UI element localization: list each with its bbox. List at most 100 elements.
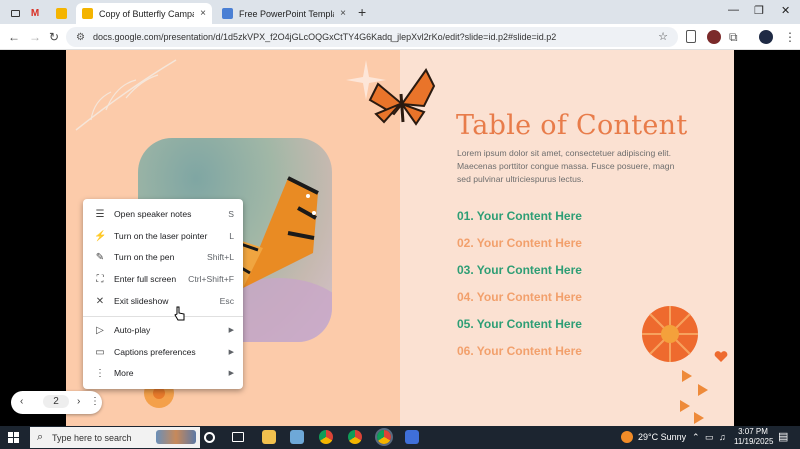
task-view-icon[interactable] xyxy=(232,432,244,442)
menu-item-shortcut: S xyxy=(228,209,234,219)
file-explorer-icon[interactable] xyxy=(262,430,276,444)
search-placeholder: Type here to search xyxy=(52,432,132,443)
new-tab-button[interactable]: + xyxy=(358,4,366,20)
menu-item-shortcut: Shift+L xyxy=(207,252,234,262)
heart-decoration xyxy=(714,351,728,362)
clock[interactable]: 3:07 PM 11/19/2025 xyxy=(734,427,774,447)
toc-item: 04. Your Content Here xyxy=(457,290,582,304)
search-icon: ⌕ xyxy=(37,431,44,443)
notifications-icon[interactable]: ▤ xyxy=(778,430,788,443)
flower-illustration xyxy=(642,306,698,362)
cortana-icon[interactable] xyxy=(204,432,215,443)
laser-pointer-icon: ⚡ xyxy=(94,230,107,242)
slideshow-context-menu: ☰ Open speaker notes S ⚡ Turn on the las… xyxy=(83,199,243,389)
close-tab-icon[interactable]: × xyxy=(340,8,346,19)
menu-item-label: Turn on the laser pointer xyxy=(114,231,208,241)
menu-item-label: Open speaker notes xyxy=(114,209,192,219)
close-icon: ✕ xyxy=(95,295,105,307)
menu-item-label: Enter full screen xyxy=(114,274,177,284)
hand-cursor-icon xyxy=(174,306,185,321)
windows-start-icon[interactable] xyxy=(8,432,19,443)
tray-chevron-icon[interactable]: ⌃ xyxy=(692,432,700,443)
menu-item-exit-slideshow[interactable]: ✕ Exit slideshow Esc xyxy=(83,291,243,311)
date-text: 11/19/2025 xyxy=(734,437,774,446)
slides-icon xyxy=(55,7,67,19)
reading-list-icon[interactable] xyxy=(686,30,696,43)
submenu-arrow-icon: ▶ xyxy=(228,327,234,334)
back-button[interactable]: ← xyxy=(8,30,20,44)
profile-avatar[interactable] xyxy=(759,30,773,44)
address-bar[interactable]: ⚙ docs.google.com/presentation/d/1d5zkVP… xyxy=(66,27,678,47)
slides-icon xyxy=(82,8,93,19)
chrome-icon[interactable] xyxy=(348,430,362,444)
app-icon[interactable] xyxy=(405,430,419,444)
weather-sun-icon[interactable] xyxy=(621,431,633,443)
chrome-icon[interactable] xyxy=(375,428,393,446)
submenu-arrow-icon: ▶ xyxy=(228,349,234,356)
maximize-button[interactable]: ❐ xyxy=(754,4,764,17)
tab-list-icon[interactable] xyxy=(4,3,26,23)
menu-item-label: Auto-play xyxy=(114,325,151,335)
tab-butterfly-campaign[interactable]: Copy of Butterfly Campaign Ov × xyxy=(76,3,212,24)
menu-item-captions-preferences[interactable]: ▭ Captions preferences ▶ xyxy=(83,342,243,362)
slide-pager: ‹ 2 › ⋮ xyxy=(11,391,102,414)
speaker-notes-icon: ☰ xyxy=(95,208,105,220)
pen-icon: ✎ xyxy=(95,251,105,263)
minimize-button[interactable]: — xyxy=(728,4,739,16)
menu-item-full-screen[interactable]: ⛶ Enter full screen Ctrl+Shift+F xyxy=(83,269,243,289)
menu-item-shortcut: Esc xyxy=(219,296,234,306)
next-slide-button[interactable]: › xyxy=(77,396,80,407)
menu-separator xyxy=(83,316,243,317)
search-highlight-icon[interactable] xyxy=(156,430,196,444)
previous-slide-button[interactable]: ‹ xyxy=(20,396,23,407)
windows-taskbar: ⌕ Type here to search 29°C Sunny ⌃ ▭ ♫ 3… xyxy=(0,426,800,449)
full-screen-icon: ⛶ xyxy=(96,273,104,285)
slide-number[interactable]: 2 xyxy=(43,395,69,408)
browser-toolbar: ← → ↻ ⚙ docs.google.com/presentation/d/1… xyxy=(0,24,800,50)
menu-item-shortcut: L xyxy=(229,231,234,241)
menu-item-label: Turn on the pen xyxy=(114,252,175,262)
leaf-decoration xyxy=(75,59,177,131)
leaves-illustration xyxy=(680,370,708,424)
forward-button[interactable]: → xyxy=(29,30,41,44)
extensions-puzzle-icon[interactable]: ⧉ xyxy=(729,30,743,44)
menu-item-shortcut: Ctrl+Shift+F xyxy=(188,274,234,284)
chrome-menu-icon[interactable]: ⋮ xyxy=(784,30,796,44)
chrome-icon[interactable] xyxy=(319,430,333,444)
submenu-arrow-icon: ▶ xyxy=(228,370,234,377)
tab-strip: M Copy of Butterfly Campaign Ov × Free P… xyxy=(0,0,800,24)
slide-body-text: Lorem ipsum dolor sit amet, consectetuer… xyxy=(457,148,675,184)
menu-item-label: Exit slideshow xyxy=(114,296,169,306)
tab-title: Free PowerPoint Templates and xyxy=(239,8,334,19)
menu-item-pen[interactable]: ✎ Turn on the pen Shift+L xyxy=(83,247,243,267)
toc-item: 01. Your Content Here xyxy=(457,209,582,223)
toc-item: 03. Your Content Here xyxy=(457,263,582,277)
extension-icon[interactable] xyxy=(707,30,721,44)
gmail-icon: M xyxy=(30,7,40,19)
menu-item-label: More xyxy=(114,368,134,378)
app-icon[interactable] xyxy=(290,430,304,444)
menu-item-laser-pointer[interactable]: ⚡ Turn on the laser pointer L xyxy=(83,226,243,246)
reload-button[interactable]: ↻ xyxy=(49,30,59,44)
pinned-tab-slides[interactable] xyxy=(50,3,72,23)
toc-item: 05. Your Content Here xyxy=(457,317,582,331)
menu-item-more[interactable]: ⋮ More ▶ xyxy=(83,363,243,383)
network-icon[interactable]: ▭ xyxy=(705,432,714,443)
menu-item-speaker-notes[interactable]: ☰ Open speaker notes S xyxy=(83,204,243,224)
volume-icon[interactable]: ♫ xyxy=(719,432,726,442)
close-tab-icon[interactable]: × xyxy=(200,8,206,19)
menu-item-auto-play[interactable]: ▷ Auto-play ▶ xyxy=(83,320,243,340)
toc-item: 02. Your Content Here xyxy=(457,236,582,250)
tab-title: Copy of Butterfly Campaign Ov xyxy=(99,8,194,19)
close-window-button[interactable]: ✕ xyxy=(781,4,790,17)
gmail-tab[interactable]: M xyxy=(24,3,46,23)
butterfly-illustration xyxy=(368,68,436,126)
url-text: docs.google.com/presentation/d/1d5zkVPX_… xyxy=(92,32,557,42)
pager-more-icon[interactable]: ⋮ xyxy=(90,396,100,407)
site-info-icon[interactable]: ⚙ xyxy=(76,32,85,43)
play-icon: ▷ xyxy=(96,324,104,336)
slide-title: Table of Content xyxy=(456,110,688,141)
weather-text[interactable]: 29°C Sunny xyxy=(638,432,686,442)
bookmark-star-icon[interactable]: ☆ xyxy=(658,30,668,43)
tab-powerpoint-templates[interactable]: Free PowerPoint Templates and × xyxy=(216,3,352,24)
